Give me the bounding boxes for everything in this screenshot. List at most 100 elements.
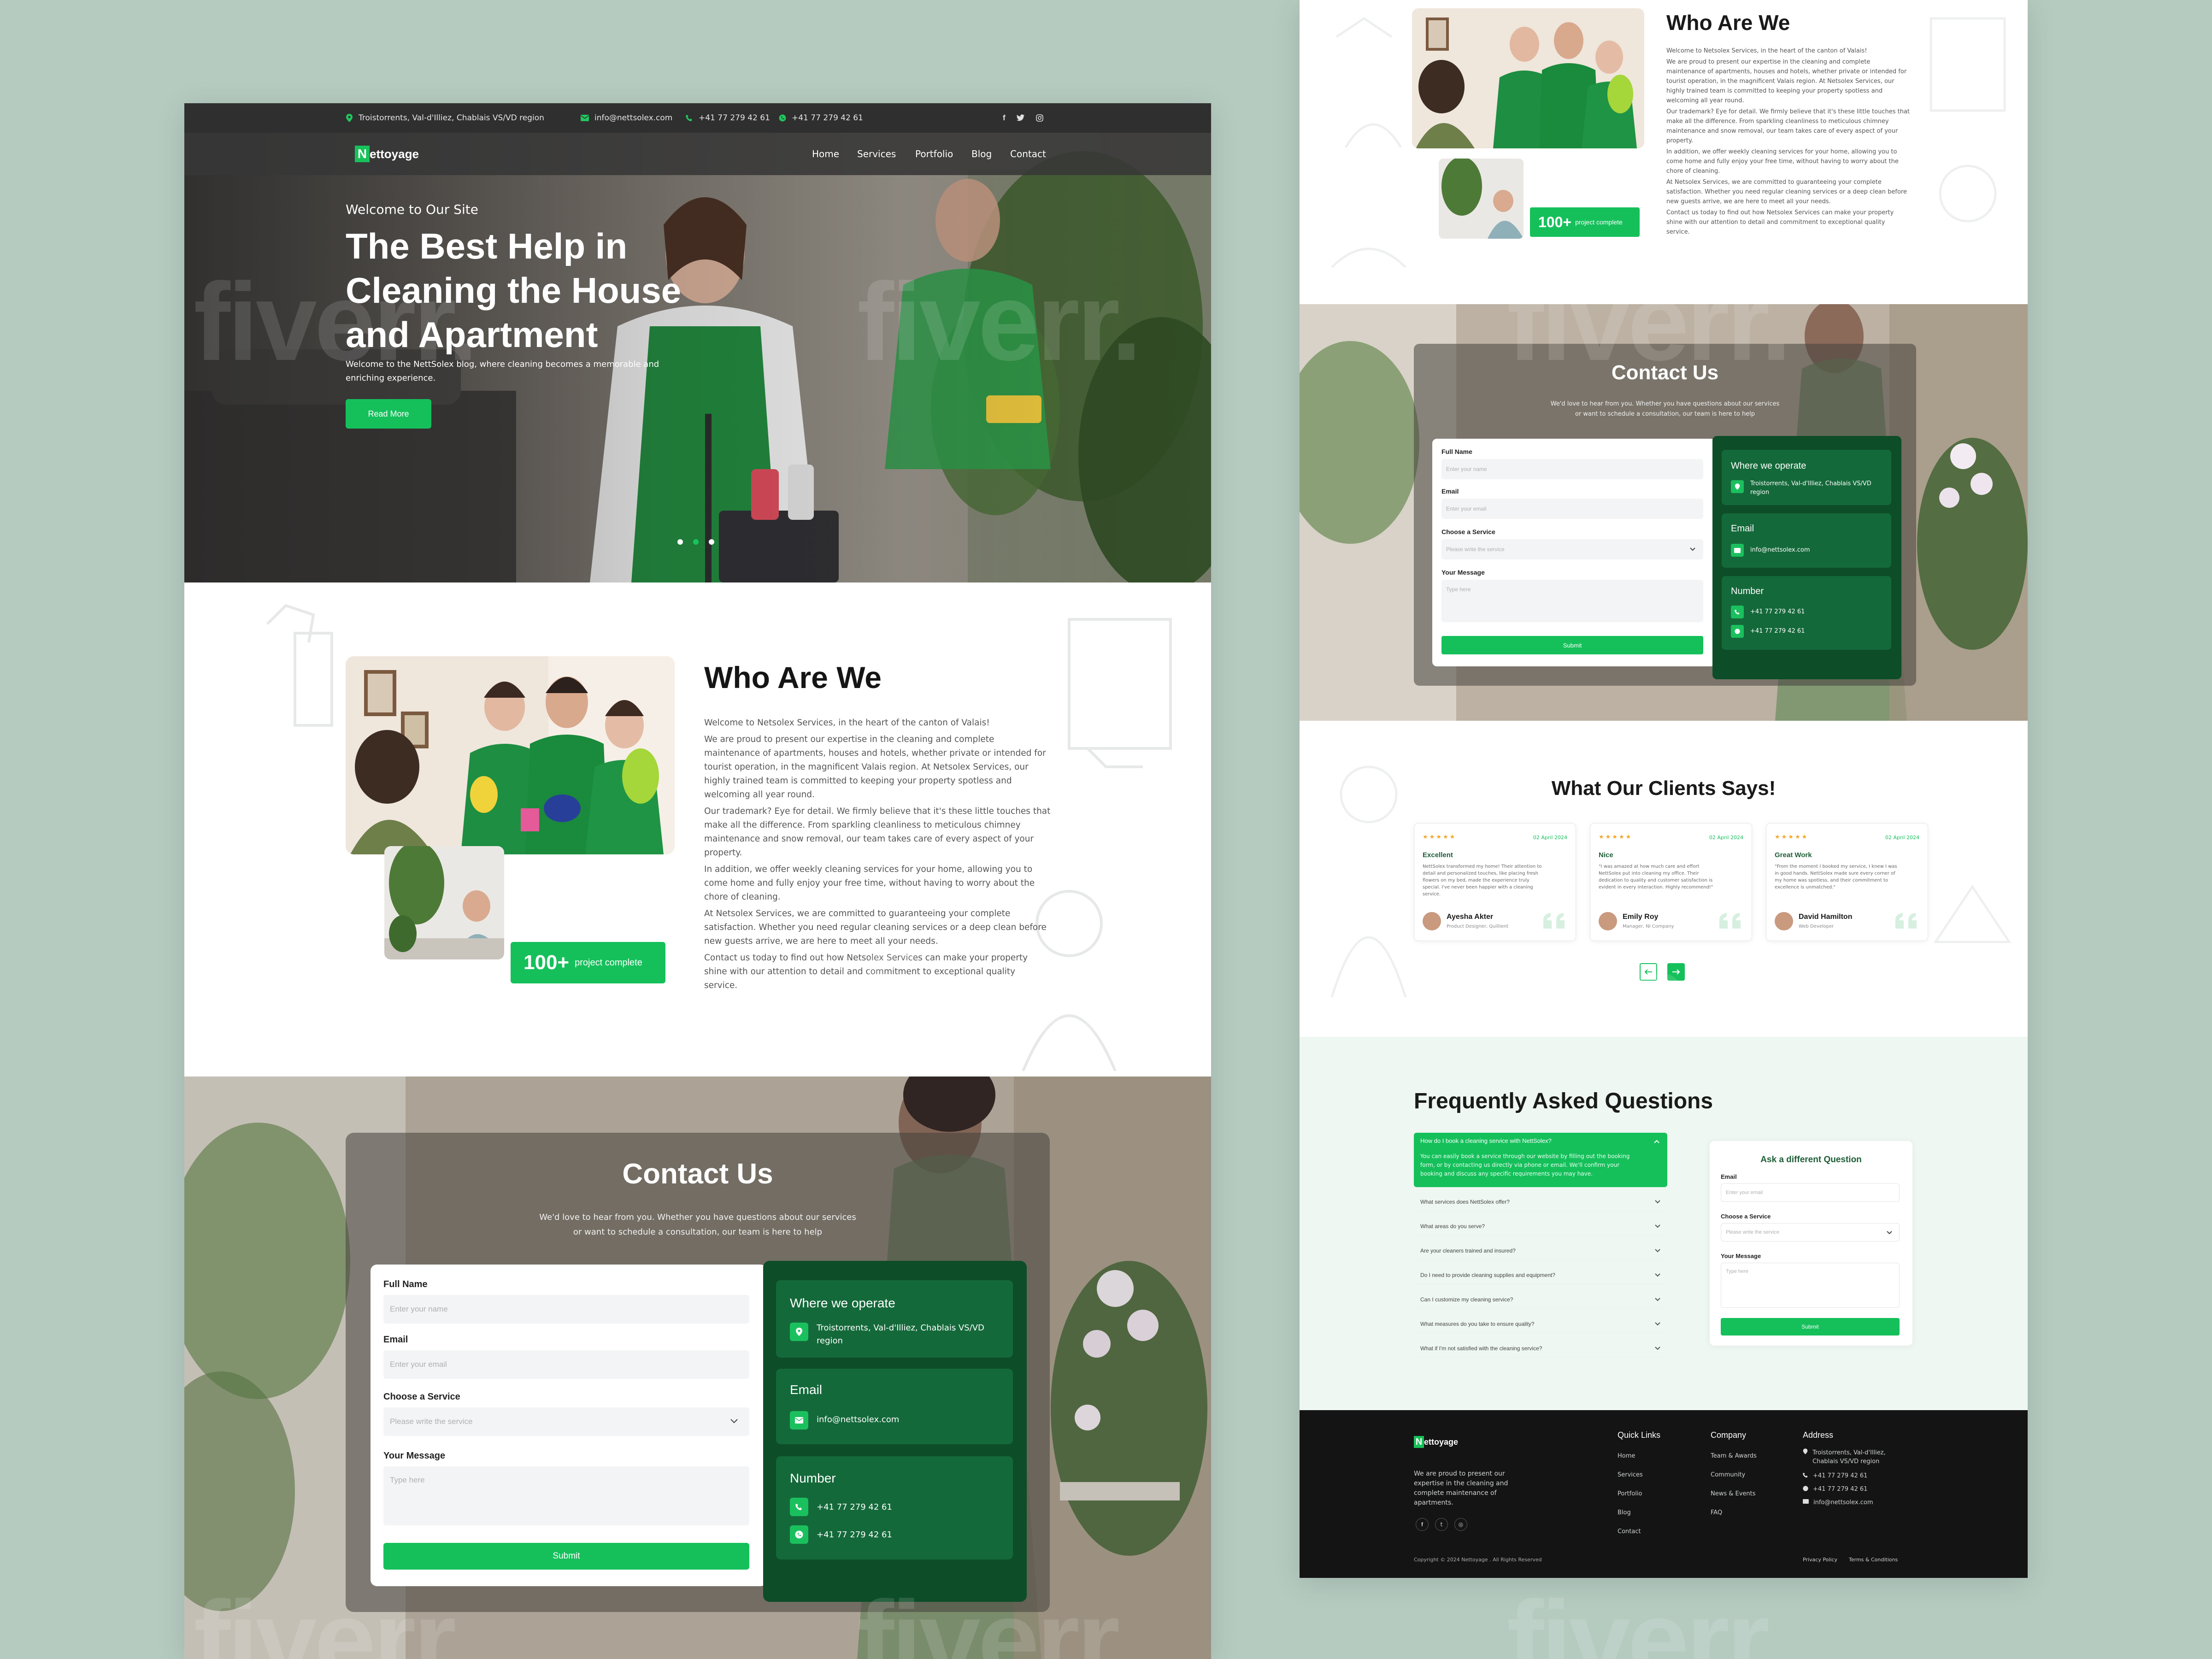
ask-service-select[interactable]: Please write the service: [1721, 1223, 1900, 1241]
twitter-icon[interactable]: [1016, 114, 1025, 122]
instagram-icon[interactable]: ◎: [1454, 1518, 1467, 1531]
contact-title: Contact Us: [622, 1158, 773, 1190]
phone-icon: [790, 1498, 808, 1516]
footer-company-link[interactable]: Community: [1711, 1465, 1757, 1484]
service-select[interactable]: Please write the service: [383, 1407, 749, 1436]
service-label: Choose a Service: [383, 1392, 460, 1402]
prev-arrow-button[interactable]: [1640, 963, 1657, 981]
ask-message-textarea[interactable]: Type here: [1721, 1263, 1900, 1308]
operate-address: Troistorrents, Val-d'Illiez, Chablais VS…: [817, 1323, 984, 1346]
contact-section: Contact Us We'd love to hear from you. W…: [184, 1077, 1211, 1659]
full-name-input[interactable]: Enter your name: [383, 1295, 749, 1324]
contact-subtitle: We'd love to hear from you. Whether you …: [539, 1212, 856, 1237]
email-input[interactable]: Enter your email: [383, 1350, 749, 1379]
site-logo[interactable]: N ettoyage: [355, 146, 419, 162]
topbar-phone[interactable]: +41 77 279 42 61: [686, 103, 770, 133]
faq-item[interactable]: Can I customize my cleaning service?: [1414, 1290, 1667, 1309]
privacy-policy-link[interactable]: Privacy Policy: [1803, 1557, 1837, 1563]
nav-blog[interactable]: Blog: [971, 133, 992, 175]
reviewer-name: David Hamilton: [1799, 913, 1853, 921]
about-text: Welcome to Netsolex Services, in the hea…: [704, 716, 1054, 995]
about-paragraph: Contact us today to find out how Netsole…: [1666, 209, 1894, 235]
rating-stars: ★★★★★: [1599, 834, 1633, 841]
next-arrow-button[interactable]: [1667, 963, 1685, 981]
decor-outline-icons-right: [1930, 17, 2006, 223]
chevron-down-icon: [1887, 1231, 1892, 1235]
full-name-input-mini[interactable]: Enter your name: [1441, 459, 1703, 479]
facebook-icon[interactable]: f: [1416, 1518, 1429, 1531]
terms-link[interactable]: Terms & Conditions: [1849, 1557, 1898, 1563]
faq-item[interactable]: What measures do you take to ensure qual…: [1414, 1315, 1667, 1333]
faq-open-item[interactable]: How do I book a cleaning service with Ne…: [1414, 1133, 1667, 1187]
message-textarea-mini[interactable]: Type here: [1441, 580, 1703, 622]
instagram-icon[interactable]: [1035, 114, 1043, 122]
contact-submit-button[interactable]: Submit: [383, 1543, 749, 1570]
about-text-mini: Welcome to Netsolex Services, in the hea…: [1666, 46, 1915, 238]
whatsapp-info-value-mini[interactable]: +41 77 279 42 61: [1750, 628, 1805, 635]
whatsapp-icon: [1803, 1486, 1808, 1493]
chevron-down-icon: [1690, 547, 1695, 551]
footer-company-link[interactable]: FAQ: [1711, 1503, 1757, 1522]
email-input-mini[interactable]: Enter your email: [1441, 499, 1703, 519]
hero-photo: [184, 133, 1211, 582]
email-info-value[interactable]: info@nettsolex.com: [817, 1415, 899, 1424]
projects-complete-badge-mini: 100+ project complete: [1530, 207, 1640, 237]
footer-quick-link[interactable]: Home: [1618, 1447, 1660, 1465]
footer-quick-link[interactable]: Services: [1618, 1465, 1660, 1484]
footer-quick-link[interactable]: Blog: [1618, 1503, 1660, 1522]
faq-item[interactable]: Do I need to provide cleaning supplies a…: [1414, 1266, 1667, 1284]
slider-dot-1[interactable]: [677, 539, 683, 545]
footer-company-link[interactable]: Team & Awards: [1711, 1447, 1757, 1465]
decor-outline-icons: [1331, 17, 1406, 268]
slider-dot-3[interactable]: [709, 539, 714, 545]
topbar-email[interactable]: info@nettsolex.com: [581, 103, 672, 133]
whatsapp-icon: [779, 114, 786, 122]
twitter-icon[interactable]: t: [1435, 1518, 1448, 1531]
phone-info-value-mini[interactable]: +41 77 279 42 61: [1750, 608, 1805, 615]
footer-quick-link[interactable]: Contact: [1618, 1522, 1660, 1541]
facebook-icon[interactable]: f: [1003, 113, 1006, 123]
footer-company-link[interactable]: News & Events: [1711, 1484, 1757, 1503]
read-more-button[interactable]: Read More: [346, 399, 431, 429]
email-info-value-mini[interactable]: info@nettsolex.com: [1750, 547, 1810, 553]
faq-item[interactable]: Are your cleaners trained and insured?: [1414, 1241, 1667, 1260]
message-textarea[interactable]: Type here: [383, 1466, 749, 1525]
hero-section: N ettoyage Home Services Portfolio Blog …: [184, 133, 1211, 582]
footer-phone[interactable]: +41 77 279 42 61: [1813, 1472, 1867, 1479]
slider-dot-2[interactable]: [693, 539, 699, 545]
whatsapp-info-value[interactable]: +41 77 279 42 61: [817, 1530, 892, 1540]
number-info-box-mini: Number +41 77 279 42 61 +41 77 279 42 61: [1722, 576, 1891, 650]
nav-services[interactable]: Services: [857, 133, 896, 175]
footer-whatsapp[interactable]: +41 77 279 42 61: [1813, 1486, 1867, 1493]
faq-item[interactable]: What if I'm not satisfied with the clean…: [1414, 1339, 1667, 1358]
contact-section-mini: Contact Us We'd love to hear from you. W…: [1300, 304, 2028, 721]
topbar-whatsapp[interactable]: +41 77 279 42 61: [779, 103, 863, 133]
footer-email[interactable]: info@nettsolex.com: [1813, 1499, 1873, 1506]
top-info-bar: Troistorrents, Val-d'Illiez, Chablais VS…: [184, 103, 1211, 133]
ask-submit-button[interactable]: Submit: [1721, 1318, 1900, 1335]
review-date: 02 April 2024: [1709, 835, 1743, 841]
nav-portfolio[interactable]: Portfolio: [915, 133, 953, 175]
contact-submit-button-mini[interactable]: Submit: [1441, 636, 1703, 654]
whatsapp-icon: [790, 1525, 808, 1544]
review-heading: Great Work: [1775, 851, 1812, 859]
faq-item[interactable]: What areas do you serve?: [1414, 1217, 1667, 1235]
about-paragraph: We are proud to present our expertise in…: [1666, 59, 1907, 104]
contact-info-panel-mini: Where we operate Troistorrents, Val-d'Il…: [1712, 436, 1901, 679]
nav-home[interactable]: Home: [812, 133, 839, 175]
nav-contact[interactable]: Contact: [1010, 133, 1046, 175]
footer-quick-link[interactable]: Portfolio: [1618, 1484, 1660, 1503]
faq-item[interactable]: What services does NettSolex offer?: [1414, 1193, 1667, 1211]
footer-logo[interactable]: N ettoyage: [1414, 1436, 1458, 1448]
reviewer-role: Web Developer: [1799, 924, 1834, 929]
chevron-down-icon: [1655, 1224, 1660, 1228]
phone-info-value[interactable]: +41 77 279 42 61: [817, 1502, 892, 1512]
chevron-up-icon: [1654, 1140, 1659, 1143]
testimonial-card: ★★★★★ 02 April 2024 Great Work "From the mo…: [1766, 823, 1928, 941]
fiverr-watermark: fiverr.: [1507, 1578, 1792, 1659]
service-select-mini[interactable]: Please write the service: [1441, 539, 1703, 559]
ask-email-input[interactable]: Enter your email: [1721, 1183, 1900, 1202]
review-text: "I was amazed at how much care and effor…: [1599, 864, 1713, 890]
contact-form: Full Name Enter your name Email Enter yo…: [371, 1265, 767, 1586]
chevron-down-icon: [1655, 1322, 1660, 1325]
